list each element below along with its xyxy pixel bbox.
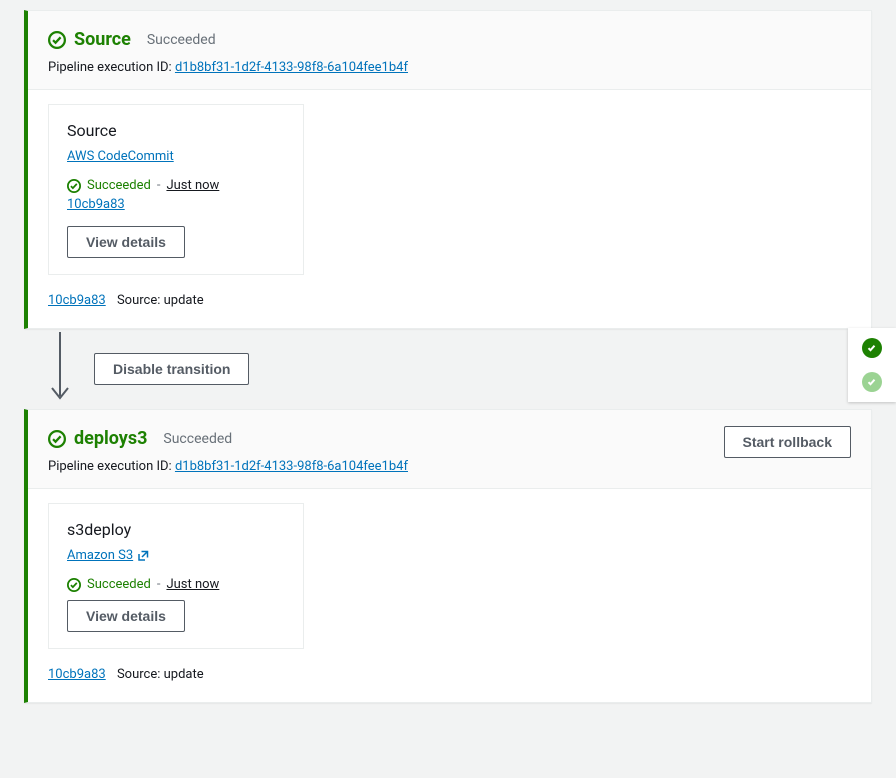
source-summary: 10cb9a83 Source: update xyxy=(48,293,851,308)
action-card: Source AWS CodeCommit Succeeded - Just n… xyxy=(48,104,304,275)
stage-deploys3: deploys3 Succeeded Pipeline execution ID… xyxy=(24,409,872,703)
dash: - xyxy=(157,577,161,592)
execution-id-link[interactable]: d1b8bf31-1d2f-4133-98f8-6a104fee1b4f xyxy=(175,60,408,75)
success-icon xyxy=(48,31,66,49)
status-indicator-panel xyxy=(848,328,896,402)
start-rollback-button[interactable]: Start rollback xyxy=(724,426,851,458)
summary-message: Source: update xyxy=(117,293,204,308)
disable-transition-button[interactable]: Disable transition xyxy=(94,353,249,385)
stage-source: Source Succeeded Pipeline execution ID: … xyxy=(24,10,872,329)
success-icon xyxy=(67,179,81,193)
commit-link[interactable]: 10cb9a83 xyxy=(67,197,125,212)
action-result: Succeeded - Just now xyxy=(67,178,285,193)
stage-name: Source xyxy=(74,29,131,50)
external-link-icon xyxy=(137,550,149,562)
status-dot-success[interactable] xyxy=(862,338,882,358)
action-provider-link[interactable]: Amazon S3 xyxy=(67,548,149,563)
stage-header: Source Succeeded Pipeline execution ID: … xyxy=(28,11,871,90)
timestamp-link[interactable]: Just now xyxy=(166,577,219,592)
provider-label: Amazon S3 xyxy=(67,548,133,563)
view-details-button[interactable]: View details xyxy=(67,600,185,632)
action-title: s3deploy xyxy=(67,520,285,539)
success-icon xyxy=(67,578,81,592)
provider-label: AWS CodeCommit xyxy=(67,149,174,164)
execution-row: Pipeline execution ID: d1b8bf31-1d2f-413… xyxy=(48,459,851,474)
stage-title-row: Source Succeeded xyxy=(48,29,851,50)
execution-id-link[interactable]: d1b8bf31-1d2f-4133-98f8-6a104fee1b4f xyxy=(175,459,408,474)
action-status: Succeeded xyxy=(87,577,151,592)
timestamp-link[interactable]: Just now xyxy=(166,178,219,193)
summary-commit-link[interactable]: 10cb9a83 xyxy=(48,293,106,308)
action-card: s3deploy Amazon S3 Succeeded - Just now xyxy=(48,503,304,649)
action-status: Succeeded xyxy=(87,178,151,193)
execution-label: Pipeline execution ID: xyxy=(48,60,172,75)
stage-header: deploys3 Succeeded Pipeline execution ID… xyxy=(28,410,871,489)
transition: Disable transition xyxy=(24,329,872,409)
arrow-down-icon xyxy=(48,332,72,406)
summary-message: Source: update xyxy=(117,667,204,682)
dash: - xyxy=(157,178,161,193)
action-title: Source xyxy=(67,121,285,140)
stage-name: deploys3 xyxy=(74,428,147,449)
stage-status: Succeeded xyxy=(147,32,216,48)
stage-status: Succeeded xyxy=(163,431,232,447)
stage-body: s3deploy Amazon S3 Succeeded - Just now xyxy=(28,489,871,702)
status-dot-pending[interactable] xyxy=(862,372,882,392)
execution-row: Pipeline execution ID: d1b8bf31-1d2f-413… xyxy=(48,60,851,75)
summary-commit-link[interactable]: 10cb9a83 xyxy=(48,667,106,682)
stage-body: Source AWS CodeCommit Succeeded - Just n… xyxy=(28,90,871,328)
success-icon xyxy=(48,430,66,448)
action-provider-link[interactable]: AWS CodeCommit xyxy=(67,149,174,164)
source-summary: 10cb9a83 Source: update xyxy=(48,667,851,682)
action-result: Succeeded - Just now xyxy=(67,577,285,592)
view-details-button[interactable]: View details xyxy=(67,226,185,258)
execution-label: Pipeline execution ID: xyxy=(48,459,172,474)
